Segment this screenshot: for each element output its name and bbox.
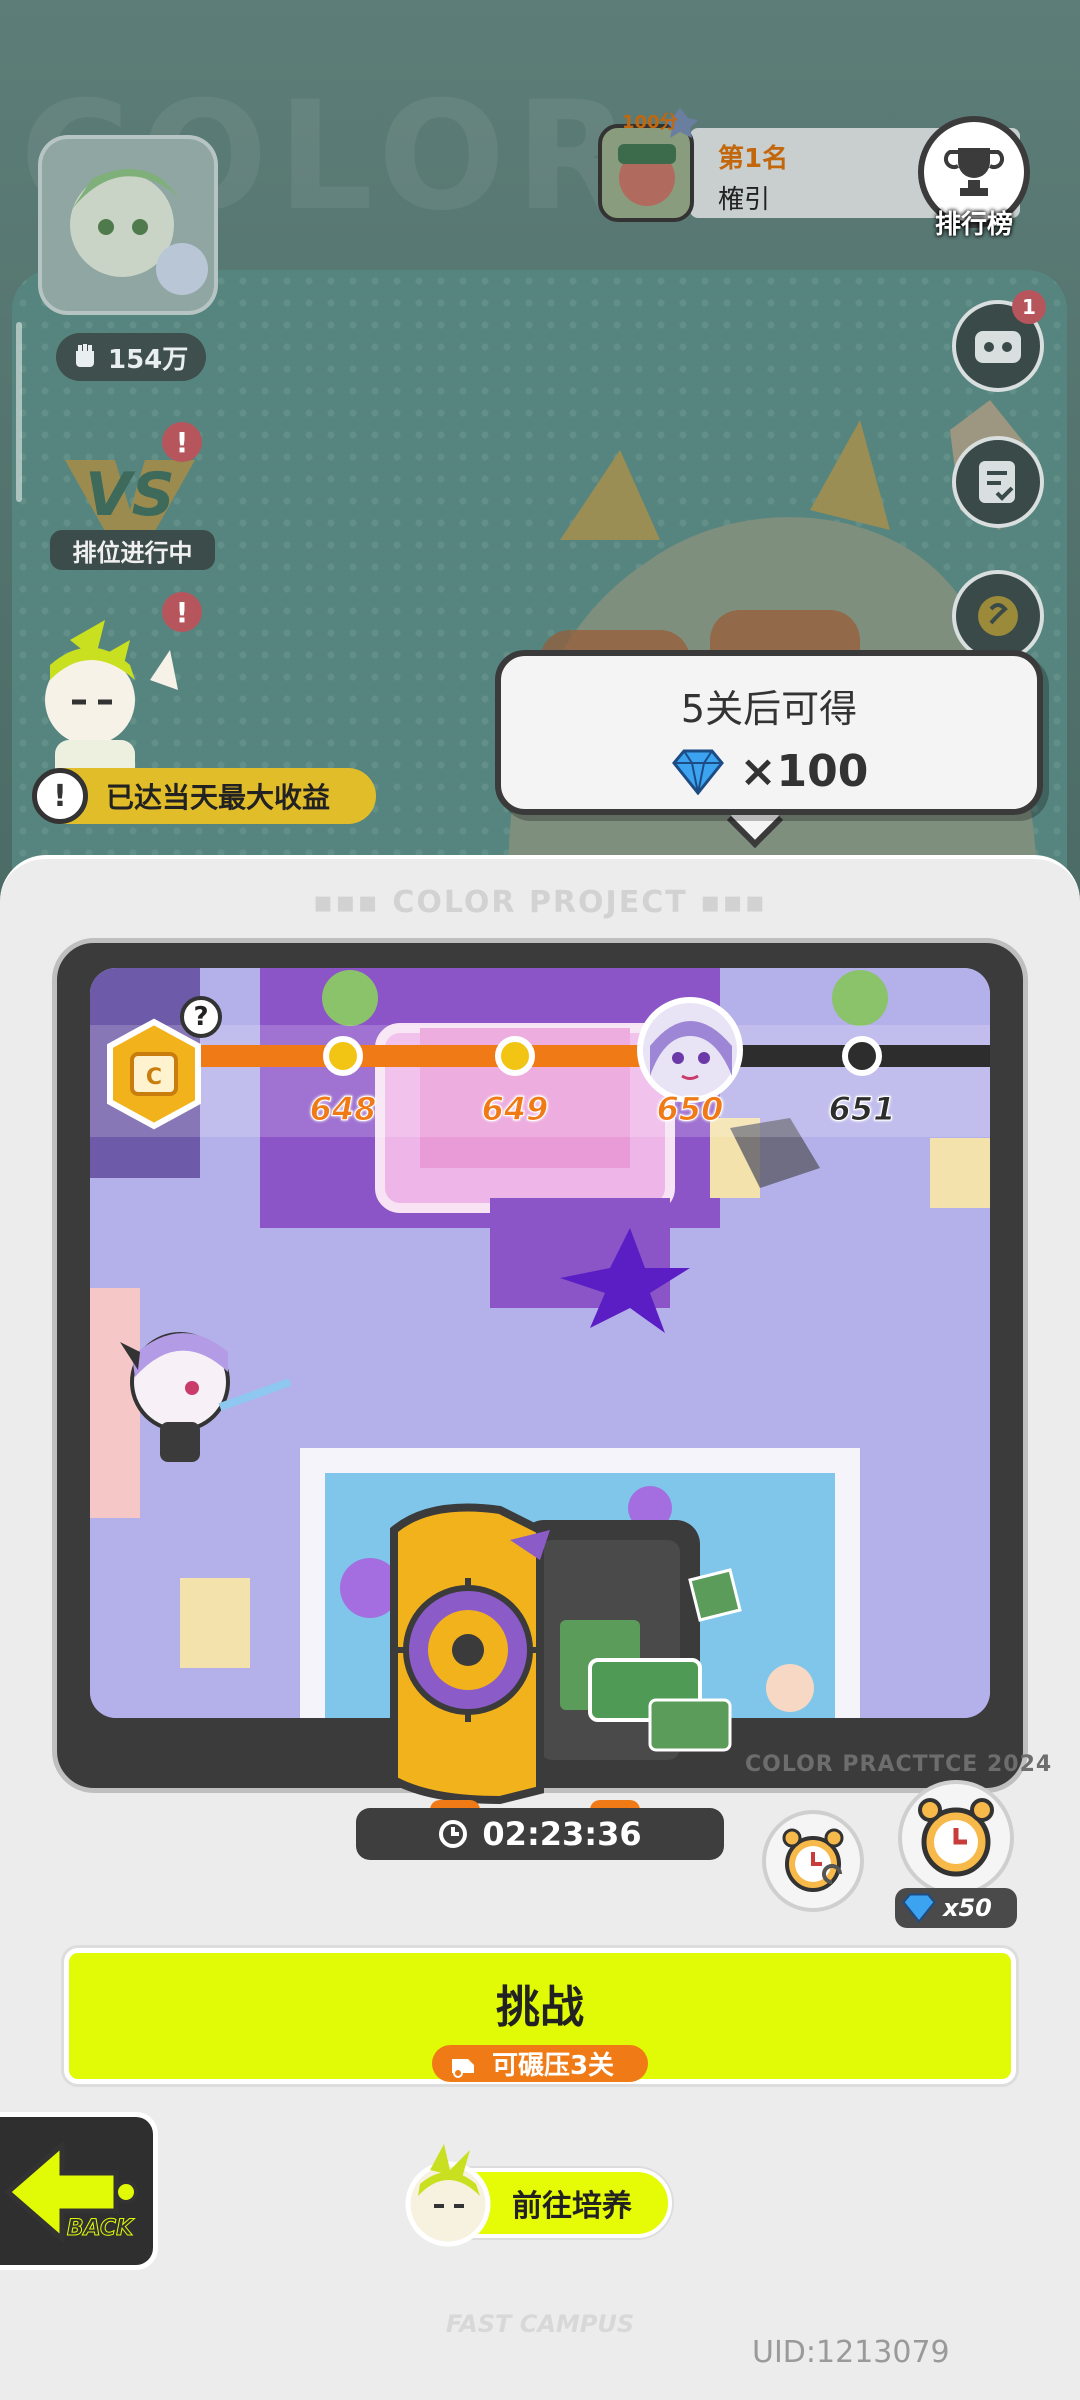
mail-count-badge: 1 xyxy=(1012,290,1046,324)
power-display: 154万 xyxy=(56,333,206,381)
stage-level-label: 648 xyxy=(309,1090,377,1129)
ranked-label: 排位进行中 xyxy=(50,530,215,570)
score-tag: 100分 xyxy=(622,112,678,133)
reward-timer: 02:23:36 xyxy=(356,1808,724,1860)
campus-watermark: FAST CAMPUS xyxy=(445,2310,635,2338)
free-speedup-button[interactable] xyxy=(762,1810,864,1912)
reward-condition: 5关后可得 xyxy=(680,687,858,731)
stage-node-649 xyxy=(495,1036,535,1076)
crush-stages-tag: 可碾压3关 xyxy=(431,2045,649,2082)
ranked-alert-badge: ! xyxy=(162,422,202,462)
timer-value: 02:23:36 xyxy=(482,1815,642,1853)
warning-icon: ! xyxy=(32,768,88,824)
gem-speedup-button[interactable] xyxy=(898,1780,1014,1896)
crush-stages-text: 可碾压3关 xyxy=(491,2051,615,2081)
svg-text:VS: VS xyxy=(85,460,175,530)
train-label: 前往培养 xyxy=(512,2189,632,2224)
challenge-label: 挑战 xyxy=(496,1982,584,2033)
speedup-gem-cost: x50 xyxy=(895,1888,1017,1928)
back-label: BACK xyxy=(67,2216,135,2241)
scrollbar[interactable] xyxy=(16,322,22,502)
checklist-icon xyxy=(979,461,1015,503)
top-player-avatar[interactable]: 100分 xyxy=(592,108,702,228)
timer-icon xyxy=(439,1820,468,1848)
mail-icon xyxy=(975,331,1021,363)
user-id: UID:1213079 xyxy=(752,2335,950,2370)
stage-level-label: 650 xyxy=(656,1090,724,1129)
alarm-clock-icon xyxy=(918,1798,994,1877)
stage-level-label: 651 xyxy=(828,1090,896,1129)
tasks-button[interactable] xyxy=(952,436,1044,528)
stage-node-648 xyxy=(323,1036,363,1076)
project-title-text: COLOR PROJECT xyxy=(392,885,688,920)
stage-node-651 xyxy=(842,1036,882,1076)
reward-row: ×100 xyxy=(501,746,1037,797)
vault-chest[interactable] xyxy=(390,1500,760,1830)
back-arrow-icon: BACK xyxy=(4,2139,138,2245)
help-button[interactable]: ? xyxy=(180,996,222,1038)
challenge-button[interactable]: 挑战 可碾压3关 xyxy=(64,1948,1016,2084)
daily-limit-text: 已达当天最大收益 xyxy=(106,781,331,814)
trophy-icon xyxy=(943,148,1005,196)
player-avatar[interactable] xyxy=(38,135,218,315)
reward-amount: ×100 xyxy=(739,746,869,797)
gem-cost-value: x50 xyxy=(943,1894,992,1922)
event-icon xyxy=(978,596,1018,636)
svg-text:C: C xyxy=(146,1065,162,1090)
reward-bubble: 5关后可得 ×100 xyxy=(495,650,1043,815)
event-button[interactable] xyxy=(952,570,1044,662)
player-character-sprite xyxy=(120,1332,292,1462)
player-avatar-art xyxy=(70,169,208,295)
stage-level-label: 649 xyxy=(481,1090,549,1129)
current-stage-avatar xyxy=(637,997,743,1103)
power-value: 154万 xyxy=(108,344,189,375)
project-title: ▪▪▪ COLOR PROJECT ▪▪▪ xyxy=(312,885,768,920)
steamroller-icon xyxy=(451,2058,474,2078)
leaderboard-label: 排行榜 xyxy=(934,210,1013,240)
alarm-clock-refresh-icon xyxy=(782,1828,844,1892)
diamond-icon xyxy=(671,749,724,795)
train-character-icon xyxy=(405,2144,491,2247)
stage-progress-fill xyxy=(180,1045,660,1067)
panel-watermark: COLOR PRACTTCE 2024 xyxy=(745,1752,1053,1777)
back-button[interactable]: BACK xyxy=(0,2112,158,2270)
diamond-icon xyxy=(902,1893,936,1923)
fist-icon xyxy=(70,339,100,376)
